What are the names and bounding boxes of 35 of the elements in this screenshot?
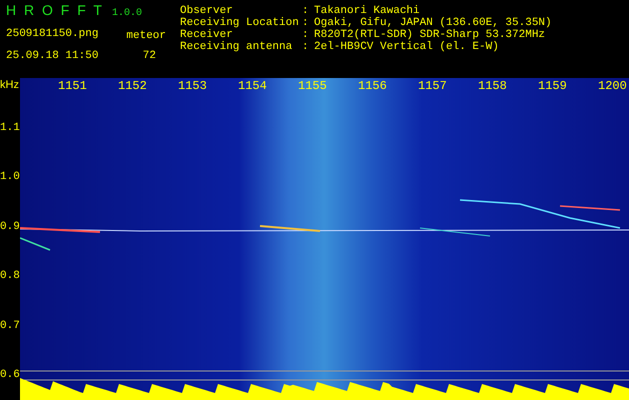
time-label: 1158 <box>478 79 507 93</box>
time-label: 1155 <box>298 79 327 93</box>
info-value: Takanori Kawachi <box>314 5 420 17</box>
info-label: Observer <box>180 5 234 17</box>
time-label: 1156 <box>358 79 387 93</box>
info-separator: : <box>302 41 310 53</box>
time-label: 1200 <box>598 79 627 93</box>
meteor-label: meteor <box>126 30 166 42</box>
frequency-label: 1.1 <box>0 122 20 134</box>
meteor-count: 72 <box>142 50 157 62</box>
timestamp: 25.09.18 11:50 <box>6 50 98 62</box>
frequency-label: 0.9 <box>0 220 20 233</box>
frequency-label: 1.0 <box>0 171 20 184</box>
info-label: Receiving antenna <box>180 41 294 53</box>
info-separator: : <box>302 17 310 29</box>
time-label: 1152 <box>118 79 147 93</box>
info-value: 2el-HB9CV Vertical (el. E-W) <box>314 41 499 53</box>
app-version: 1.0.0 <box>112 8 142 20</box>
frequency-label: 0.8 <box>0 270 20 282</box>
info-value: R820T2(RTL-SDR) SDR-Sharp 53.372MHz <box>314 29 546 41</box>
info-label: Receiving Location <box>180 17 300 29</box>
frequency-label: 0.6 <box>0 369 20 382</box>
time-label: 1153 <box>178 79 207 93</box>
info-separator: : <box>302 29 310 41</box>
time-label: 1157 <box>418 79 447 93</box>
info-label: Receiver <box>180 29 234 41</box>
time-label: 1151 <box>58 79 87 93</box>
info-separator: : <box>302 5 310 17</box>
file-name: 2509181150.png <box>6 28 98 42</box>
axis-unit: kHz <box>0 78 20 93</box>
time-label: 1154 <box>238 79 267 93</box>
app-name: H R O F F T <box>6 4 104 16</box>
frequency-label: 0.7 <box>0 320 20 332</box>
time-label: 1159 <box>538 79 567 93</box>
info-value: Ogaki, Gifu, JAPAN (136.60E, 35.35N) <box>314 17 552 29</box>
